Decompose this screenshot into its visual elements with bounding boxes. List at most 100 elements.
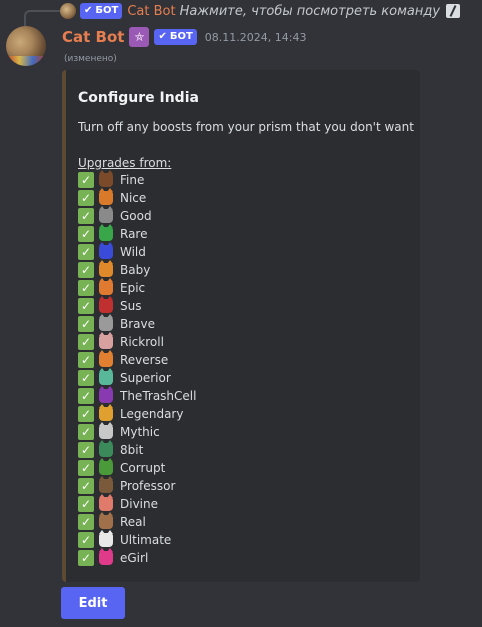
white-check-mark-icon: ✓	[78, 460, 94, 476]
upgrade-row: ✓ Good	[78, 206, 196, 225]
upgrades-label: Upgrades from:	[78, 156, 172, 170]
embed: Configure India Turn off any boosts from…	[62, 70, 420, 582]
bot-tag: ✔ БОТ	[154, 29, 197, 45]
message-header: Cat Bot ⛤ ✔ БОТ 08.11.2024, 14:43	[62, 27, 306, 47]
upgrade-label: 8bit	[120, 443, 144, 457]
reply-connector	[24, 10, 60, 26]
cat-emoji-icon	[99, 278, 113, 295]
upgrade-label: Brave	[120, 317, 156, 331]
upgrade-row: ✓ Nice	[78, 188, 196, 207]
upgrade-row: ✓ Rare	[78, 224, 196, 243]
cat-emoji-icon	[99, 170, 113, 187]
upgrade-row: ✓ Legendary	[78, 404, 196, 423]
checkmark-icon: ✔	[84, 5, 93, 16]
white-check-mark-icon: ✓	[78, 514, 94, 530]
bot-tag-label: БОТ	[169, 31, 193, 42]
white-check-mark-icon: ✓	[78, 496, 94, 512]
upgrade-label: Good	[120, 209, 152, 223]
upgrade-label: Professor	[120, 479, 176, 493]
white-check-mark-icon: ✓	[78, 298, 94, 314]
upgrade-label: Nice	[120, 191, 147, 205]
white-check-mark-icon: ✓	[78, 424, 94, 440]
upgrade-label: Legendary	[120, 407, 184, 421]
upgrade-label: Rare	[120, 227, 148, 241]
upgrade-label: Rickroll	[120, 335, 164, 349]
checkmark-icon: ✔	[158, 31, 167, 42]
upgrade-label: Epic	[120, 281, 146, 295]
upgrade-label: Real	[120, 515, 146, 529]
cat-emoji-icon	[99, 494, 113, 511]
upgrade-row: ✓ Professor	[78, 476, 196, 495]
white-check-mark-icon: ✓	[78, 388, 94, 404]
cat-emoji-icon	[99, 530, 113, 547]
cat-emoji-icon	[99, 350, 113, 367]
reply-author[interactable]: Cat Bot	[127, 4, 175, 19]
upgrade-row: ✓ Superior	[78, 368, 196, 387]
upgrade-label: Divine	[120, 497, 158, 511]
edited-label: (изменено)	[64, 54, 117, 64]
white-check-mark-icon: ✓	[78, 478, 94, 494]
bot-tag-label: БОТ	[95, 5, 119, 16]
cat-emoji-icon	[99, 332, 113, 349]
white-check-mark-icon: ✓	[78, 316, 94, 332]
embed-title: Configure India	[78, 90, 199, 106]
white-check-mark-icon: ✓	[78, 352, 94, 368]
white-check-mark-icon: ✓	[78, 334, 94, 350]
white-check-mark-icon: ✓	[78, 172, 94, 188]
white-check-mark-icon: ✓	[78, 262, 94, 278]
upgrade-label: Mythic	[120, 425, 160, 439]
white-check-mark-icon: ✓	[78, 550, 94, 566]
upgrade-label: Superior	[120, 371, 171, 385]
upgrade-row: ✓ Wild	[78, 242, 196, 261]
cat-emoji-icon	[99, 458, 113, 475]
reply-preview[interactable]: ✔ БОТ Cat Bot Нажмите, чтобы посмотреть к…	[60, 2, 461, 20]
avatar[interactable]	[6, 26, 46, 66]
prism-role-icon[interactable]: ⛤	[129, 27, 150, 47]
cat-emoji-icon	[99, 260, 113, 277]
upgrade-row: ✓ eGirl	[78, 548, 196, 567]
white-check-mark-icon: ✓	[78, 406, 94, 422]
cat-emoji-icon	[99, 440, 113, 457]
white-check-mark-icon: ✓	[78, 226, 94, 242]
upgrade-label: TheTrashCell	[120, 389, 197, 403]
cat-emoji-icon	[99, 386, 113, 403]
cat-emoji-icon	[99, 242, 113, 259]
upgrade-label: Fine	[120, 173, 145, 187]
upgrade-row: ✓ Baby	[78, 260, 196, 279]
upgrade-row: ✓ Brave	[78, 314, 196, 333]
cat-emoji-icon	[99, 422, 113, 439]
cat-emoji-icon	[99, 224, 113, 241]
upgrade-row: ✓ Epic	[78, 278, 196, 297]
cat-emoji-icon	[99, 206, 113, 223]
white-check-mark-icon: ✓	[78, 370, 94, 386]
reply-avatar	[60, 3, 76, 19]
white-check-mark-icon: ✓	[78, 442, 94, 458]
upgrade-list: ✓ Fine ✓ Nice ✓ Good ✓ Rare ✓ Wild ✓ Baby ✓ Epic ✓ Sus ✓…	[78, 170, 197, 567]
cat-emoji-icon	[99, 188, 113, 205]
upgrade-label: Sus	[120, 299, 142, 313]
upgrade-row: ✓ Divine	[78, 494, 196, 513]
cat-emoji-icon	[99, 314, 113, 331]
cat-emoji-icon	[99, 368, 113, 385]
upgrade-row: ✓ Real	[78, 512, 196, 531]
cat-emoji-icon	[99, 404, 113, 421]
cat-emoji-icon	[99, 512, 113, 529]
embed-description: Turn off any boosts from your prism that…	[78, 120, 414, 134]
edit-button[interactable]: Edit	[61, 587, 125, 619]
slash-command-icon	[446, 4, 461, 18]
author-name[interactable]: Cat Bot	[62, 28, 124, 46]
upgrade-row: ✓ Mythic	[78, 422, 196, 441]
upgrade-label: Wild	[120, 245, 146, 259]
cat-emoji-icon	[99, 296, 113, 313]
cat-emoji-icon	[99, 548, 113, 565]
reply-text[interactable]: Нажмите, чтобы посмотреть команду	[180, 4, 440, 19]
upgrade-row: ✓ TheTrashCell	[78, 386, 197, 405]
white-check-mark-icon: ✓	[78, 190, 94, 206]
upgrade-row: ✓ Reverse	[78, 350, 196, 369]
cat-emoji-icon	[99, 476, 113, 493]
timestamp[interactable]: 08.11.2024, 14:43	[205, 31, 307, 44]
upgrade-row: ✓ Sus	[78, 296, 196, 315]
upgrade-label: Reverse	[120, 353, 169, 367]
upgrade-label: eGirl	[120, 551, 149, 565]
reply-bot-tag: ✔ БОТ	[80, 3, 123, 19]
